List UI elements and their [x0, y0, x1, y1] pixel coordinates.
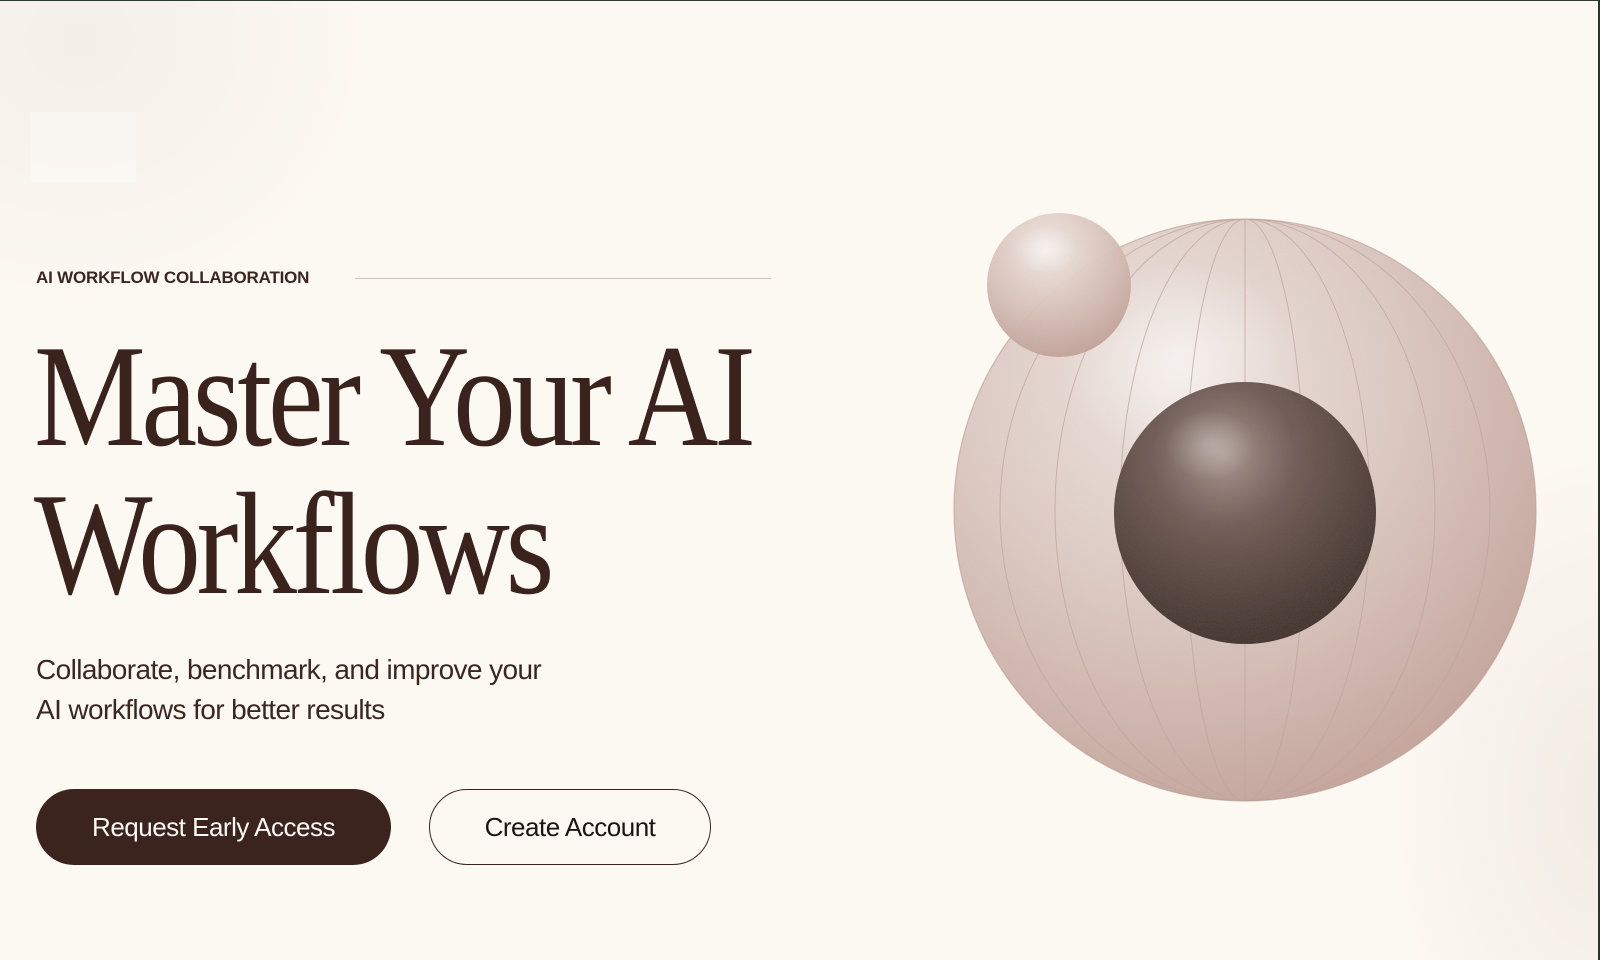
eyebrow-divider: [355, 277, 772, 279]
eyebrow: AI WORKFLOW COLLABORATION: [36, 268, 772, 288]
eyebrow-label: AI WORKFLOW COLLABORATION: [36, 268, 310, 287]
subtext-line-2: AI workflows for better results: [36, 694, 385, 725]
small-sphere: [987, 213, 1131, 357]
hero-headline: Master Your AI Workflows: [34, 315, 756, 625]
subtext-line-1: Collaborate, benchmark, and improve your: [36, 654, 542, 685]
hero-subtext: Collaborate, benchmark, and improve your…: [36, 650, 676, 730]
orbiting-spheres-graphic: [953, 213, 1537, 802]
headline-line-1: Master Your AI: [34, 315, 756, 477]
create-account-button[interactable]: Create Account: [429, 789, 711, 865]
headline-line-2: Workflows: [34, 463, 554, 625]
landing-page: AI WORKFLOW COLLABORATION Master Your AI…: [0, 0, 1600, 960]
dark-sphere: [1114, 382, 1376, 644]
logo-placeholder: [30, 112, 136, 182]
request-early-access-button[interactable]: Request Early Access: [36, 789, 391, 865]
top-border: [0, 0, 1600, 1]
